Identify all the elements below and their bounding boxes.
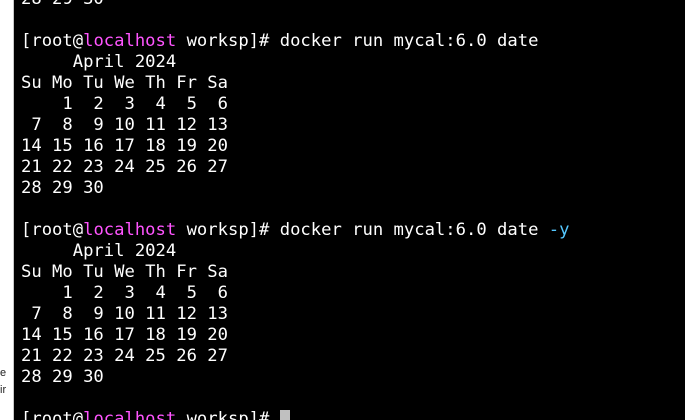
calendar-week: 1 2 3 4 5 6 xyxy=(21,283,228,303)
prompt-hostname: localhost xyxy=(83,409,177,420)
output-line: 28 29 30 xyxy=(21,0,685,10)
prompt-open: [root@ xyxy=(21,31,84,51)
command-text: docker run mycal:6.0 date xyxy=(279,220,549,240)
prompt-cwd: worksp]# xyxy=(176,220,280,240)
prompt-open: [root@ xyxy=(21,409,84,420)
calendar-week: 14 15 16 17 18 19 20 xyxy=(21,136,228,156)
calendar-week: 28 29 30 xyxy=(21,178,104,198)
command-text: docker run mycal:6.0 date xyxy=(279,31,539,51)
calendar-title: April 2024 xyxy=(21,52,177,72)
prompt-open: [root@ xyxy=(21,220,84,240)
left-panel-fragment: ir xyxy=(0,384,7,396)
calendar-week: 14 15 16 17 18 19 20 xyxy=(21,325,228,345)
calendar-header: Su Mo Tu We Th Fr Sa xyxy=(21,262,228,282)
prompt-cwd: worksp]# xyxy=(176,31,280,51)
calendar-week: 28 29 30 xyxy=(21,367,104,387)
calendar-week: 1 2 3 4 5 6 xyxy=(21,94,228,114)
active-prompt-line[interactable]: [root@localhost worksp]# xyxy=(21,409,685,420)
left-panel-edge: e ir xyxy=(0,0,14,420)
prompt-hostname: localhost xyxy=(83,220,177,240)
command-line: [root@localhost worksp]# docker run myca… xyxy=(21,31,685,52)
prompt-cwd: worksp]# xyxy=(176,409,280,420)
calendar-header: Su Mo Tu We Th Fr Sa xyxy=(21,73,228,93)
terminal-output[interactable]: 28 29 30 [root@localhost worksp]# docker… xyxy=(21,0,685,420)
text-cursor xyxy=(279,410,290,420)
left-panel-fragment: e xyxy=(0,367,7,379)
command-flag: -y xyxy=(548,220,570,240)
calendar-week: 7 8 9 10 11 12 13 xyxy=(21,115,228,135)
calendar-title: April 2024 xyxy=(21,241,177,261)
calendar-week: 7 8 9 10 11 12 13 xyxy=(21,304,228,324)
command-line: [root@localhost worksp]# docker run myca… xyxy=(21,220,685,241)
calendar-week: 21 22 23 24 25 26 27 xyxy=(21,346,228,366)
prompt-hostname: localhost xyxy=(83,31,177,51)
calendar-week: 21 22 23 24 25 26 27 xyxy=(21,157,228,177)
